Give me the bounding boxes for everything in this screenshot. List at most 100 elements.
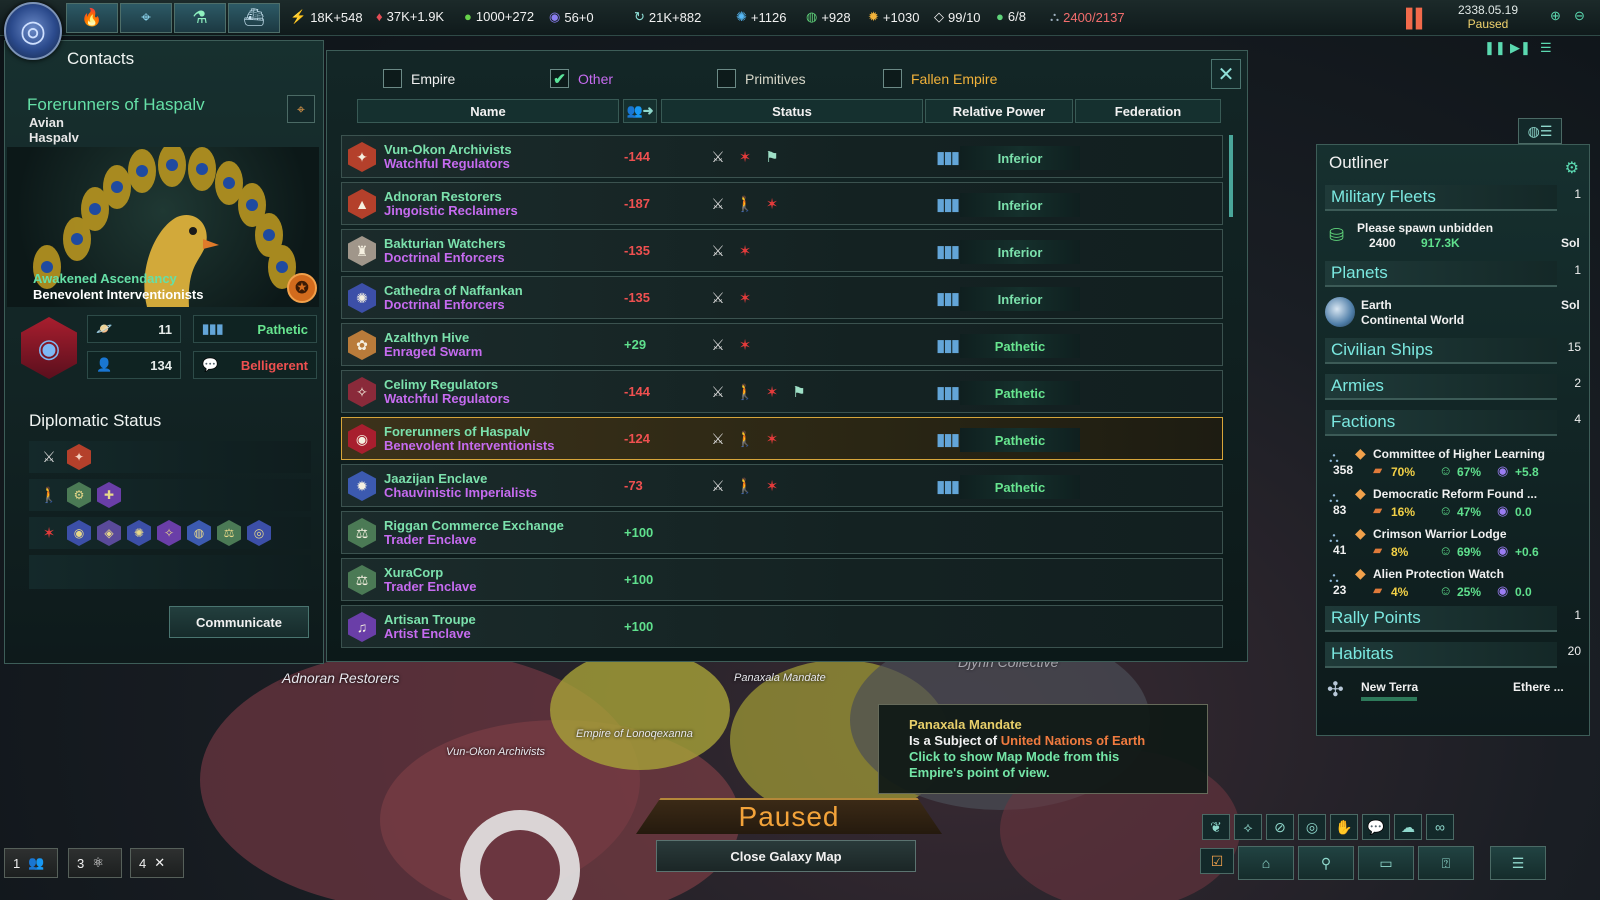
- pops-stat[interactable]: 👤 134: [87, 351, 181, 379]
- pause-indicator-icon[interactable]: ▌▌: [1406, 8, 1428, 29]
- locate-empire-icon[interactable]: ⌖: [287, 95, 315, 123]
- close-galaxy-map-button[interactable]: Close Galaxy Map: [656, 840, 916, 872]
- gear-icon[interactable]: ⚙: [1565, 158, 1579, 178]
- empire-chip-icon[interactable]: ⚖: [217, 520, 241, 546]
- resource-research[interactable]: ✺ +1126: [736, 9, 786, 25]
- resource-society[interactable]: ◍ +928: [806, 9, 851, 25]
- handshake-icon[interactable]: ✋: [1330, 814, 1358, 840]
- research-shortcut-button[interactable]: 3 ⚛: [68, 848, 122, 878]
- no-route-icon[interactable]: ⊘: [1266, 814, 1294, 840]
- population-shortcut-button[interactable]: 1 👥: [4, 848, 58, 878]
- filter-empire[interactable]: Empire: [383, 69, 455, 88]
- galaxy-view-toggle-icon[interactable]: ◍☰: [1518, 118, 1562, 144]
- column-name[interactable]: Name: [357, 99, 619, 123]
- filter-empire-checkbox[interactable]: [383, 69, 402, 88]
- outliner-civilian-ships[interactable]: Civilian Ships: [1325, 338, 1557, 364]
- relative-power-stat[interactable]: ▮▮▮ Pathetic: [193, 315, 317, 343]
- chat-icon[interactable]: 💬: [1362, 814, 1390, 840]
- ship-view-button[interactable]: ⛴: [228, 3, 280, 33]
- outliner-habitats[interactable]: Habitats: [1325, 642, 1557, 668]
- filter-fallen-empire[interactable]: Fallen Empire: [883, 69, 997, 88]
- empire-chip-icon[interactable]: ✧: [157, 520, 181, 546]
- checklist-icon[interactable]: ☑: [1200, 848, 1234, 874]
- empire-chip-icon[interactable]: ✚: [97, 482, 121, 508]
- contact-row[interactable]: ✦ Vun-Okon Archivists Watchful Regulators -…: [341, 135, 1223, 178]
- contact-row[interactable]: ▲ Adnoran Restorers Jingoistic Reclaimers -…: [341, 182, 1223, 225]
- column-opinion-sort-icon[interactable]: 👥➜: [623, 99, 657, 123]
- column-status[interactable]: Status: [661, 99, 923, 123]
- menu-button-icon[interactable]: ☰: [1540, 40, 1552, 56]
- empire-chip-icon[interactable]: ◎: [247, 520, 271, 546]
- planets-view-icon[interactable]: ⌂: [1238, 846, 1294, 880]
- contact-row[interactable]: ◉ Forerunners of Haspalv Benevolent Interv…: [341, 417, 1223, 460]
- play-button-icon[interactable]: ▶❚: [1510, 40, 1531, 56]
- empire-chip-icon[interactable]: ✦: [67, 444, 91, 470]
- outliner-armies[interactable]: Armies: [1325, 374, 1557, 400]
- contact-row[interactable]: ♫ Artisan Troupe Artist Enclave +100: [341, 605, 1223, 648]
- contact-row[interactable]: ✹ Jaazijan Enclave Chauvinistic Imperialis…: [341, 464, 1223, 507]
- empire-chip-icon[interactable]: ◍: [187, 520, 211, 546]
- cloud-icon[interactable]: ☁: [1394, 814, 1422, 840]
- outliner-planets[interactable]: Planets: [1325, 261, 1557, 287]
- contact-row[interactable]: ✺ Cathedra of Naffankan Doctrinal Enforcer…: [341, 276, 1223, 319]
- filter-fallen-empire-checkbox[interactable]: [883, 69, 902, 88]
- habitat-name[interactable]: New Terra: [1361, 680, 1418, 694]
- research-view-button[interactable]: ⚗: [174, 3, 226, 33]
- filter-other[interactable]: ✔ Other: [550, 69, 613, 88]
- close-icon[interactable]: ✕: [1211, 59, 1241, 89]
- resource-minerals[interactable]: ♦ 37K+1.9K: [376, 9, 444, 24]
- speed-up-icon[interactable]: ⊕: [1550, 8, 1561, 24]
- column-relative-power[interactable]: Relative Power: [925, 99, 1073, 123]
- link-icon[interactable]: ∞: [1426, 814, 1454, 840]
- resource-fleet-capacity[interactable]: ⛬ 2400/2137: [1050, 9, 1125, 25]
- resource-influence[interactable]: ↻ 21K+882: [634, 9, 701, 25]
- outliner-military-fleets[interactable]: Military Fleets: [1325, 185, 1557, 211]
- empire-emblem-icon[interactable]: ◎: [4, 2, 62, 60]
- search-icon[interactable]: ⚲: [1298, 846, 1354, 880]
- resource-amenities[interactable]: ● 6/8: [996, 9, 1026, 24]
- contact-row[interactable]: ✿ Azalthyn Hive Enraged Swarm +29 ⚔ ✶ ▮▮▮ Pathe…: [341, 323, 1223, 366]
- filter-primitives[interactable]: Primitives: [717, 69, 806, 88]
- empire-chip-icon[interactable]: ◈: [97, 520, 121, 546]
- outliner-factions[interactable]: Factions: [1325, 410, 1557, 436]
- resource-consumer-goods[interactable]: ◉ 56+0: [549, 9, 594, 25]
- map-view-button[interactable]: ⌖: [120, 3, 172, 33]
- empire-chip-icon[interactable]: ◉: [67, 520, 91, 546]
- resource-unity[interactable]: ◇ 99/10: [934, 9, 981, 25]
- contact-row[interactable]: ⚖ XuraCorp Trader Enclave +100: [341, 558, 1223, 601]
- column-federation[interactable]: Federation: [1075, 99, 1221, 123]
- hyperlane-icon[interactable]: ⟡: [1234, 814, 1262, 840]
- outliner-rally-points[interactable]: Rally Points: [1325, 606, 1557, 632]
- main-menu-icon[interactable]: ☰: [1490, 846, 1546, 880]
- target-icon[interactable]: ◎: [1298, 814, 1326, 840]
- map-label-vun-okon[interactable]: Vun-Okon Archivists: [446, 746, 545, 758]
- resource-food[interactable]: ● 1000+272: [464, 9, 534, 24]
- contact-row[interactable]: ⚖ Riggan Commerce Exchange Trader Enclave +…: [341, 511, 1223, 554]
- messages-icon[interactable]: ▭: [1358, 846, 1414, 880]
- fire-view-button[interactable]: 🔥: [66, 3, 118, 33]
- filter-other-checkbox[interactable]: ✔: [550, 69, 569, 88]
- empire-chip-icon[interactable]: ✺: [127, 520, 151, 546]
- resource-energy[interactable]: ⚡ 18K+548: [290, 9, 363, 25]
- contacts-scrollbar[interactable]: [1229, 135, 1233, 217]
- contact-row[interactable]: ✧ Celimy Regulators Watchful Regulators -14…: [341, 370, 1223, 413]
- communicate-button[interactable]: Communicate: [169, 606, 309, 638]
- map-label-panaxala[interactable]: Panaxala Mandate: [734, 672, 826, 684]
- filter-primitives-checkbox[interactable]: [717, 69, 736, 88]
- game-clock[interactable]: 2338.05.19 Paused: [1440, 3, 1536, 33]
- situation-icon[interactable]: ⍰: [1418, 846, 1474, 880]
- map-label-adnoran[interactable]: Adnoran Restorers: [282, 670, 400, 686]
- attitude-stat[interactable]: 💬 Belligerent: [193, 351, 317, 379]
- planet-name[interactable]: Earth: [1361, 298, 1392, 312]
- speed-down-icon[interactable]: ⊖: [1574, 8, 1585, 24]
- fleet-name[interactable]: Please spawn unbidden: [1357, 221, 1493, 235]
- empire-chip-icon[interactable]: ⚙: [67, 482, 91, 508]
- resource-engineering[interactable]: ✹ +1030: [868, 9, 919, 25]
- planets-stat[interactable]: 🪐 11: [87, 315, 181, 343]
- map-mode-bird-icon[interactable]: ❦: [1202, 814, 1230, 840]
- map-label-lonoqexanna[interactable]: Empire of Lonoqexanna: [576, 728, 693, 740]
- pause-button-icon[interactable]: ❚❚: [1484, 40, 1506, 56]
- empire-government: Jingoistic Reclaimers: [384, 203, 518, 218]
- contact-row[interactable]: ♜ Bakturian Watchers Doctrinal Enforcers -1…: [341, 229, 1223, 272]
- construction-shortcut-button[interactable]: 4 ✕: [130, 848, 184, 878]
